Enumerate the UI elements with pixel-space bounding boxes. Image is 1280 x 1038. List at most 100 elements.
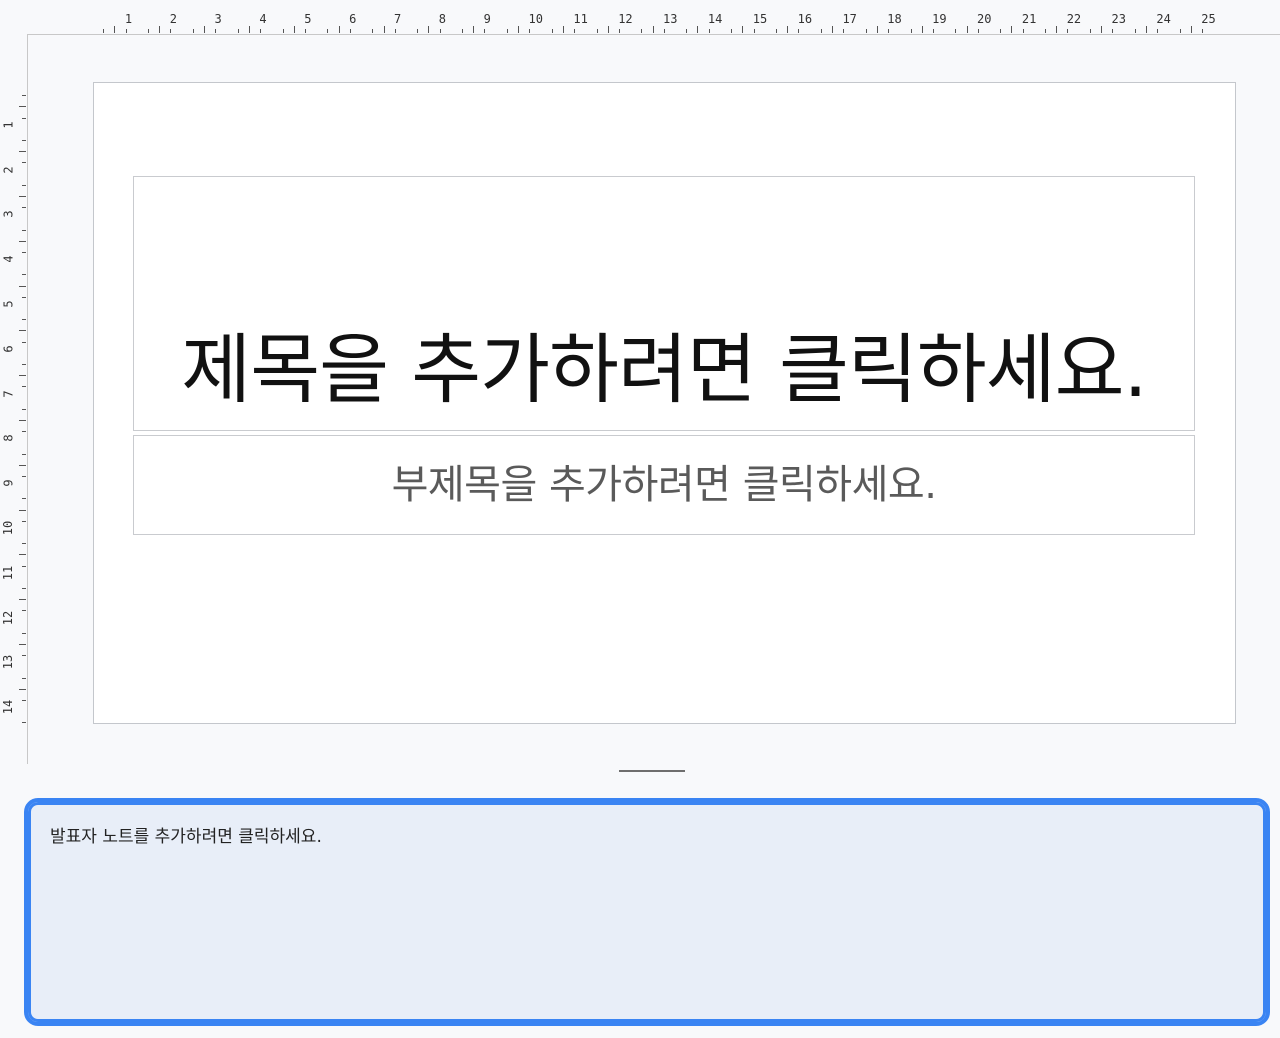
ruler-label: 13 [663, 12, 678, 26]
ruler-label: 7 [1, 389, 16, 398]
ruler-tick [1011, 26, 1013, 33]
ruler-tick [170, 29, 172, 33]
ruler-tick [607, 26, 609, 33]
ruler-label: 16 [797, 12, 813, 26]
ruler-tick [641, 29, 643, 33]
ruler-tick [19, 106, 26, 108]
ruler-tick [417, 29, 419, 33]
ruler-tick [462, 29, 463, 33]
ruler-tick [22, 274, 26, 276]
ruler-tick [293, 26, 295, 33]
ruler-label: 12 [1, 610, 16, 625]
ruler-label: 5 [1, 300, 16, 308]
ruler-label: 10 [1, 520, 16, 536]
ruler-tick [22, 655, 26, 657]
ruler-tick [260, 29, 262, 33]
ruler-label: 18 [887, 12, 902, 26]
speaker-notes-placeholder: 발표자 노트를 추가하려면 클릭하세요. [50, 827, 322, 847]
ruler-label: 2 [169, 12, 177, 26]
horizontal-ruler[interactable]: 1 2 3 4 5 6 7 8 9 10 11 12 13 14 15 16 17 18 19 20 21 22 23 24 2… [27, 0, 1280, 35]
ruler-tick [596, 29, 598, 33]
subtitle-placeholder[interactable]: 부제목을 추가하려면 클릭하세요. [133, 435, 1195, 535]
title-placeholder[interactable]: 제목을 추가하려면 클릭하세요. [133, 176, 1195, 431]
ruler-label: 6 [1, 345, 16, 353]
speaker-notes-panel[interactable]: 발표자 노트를 추가하려면 클릭하세요. [24, 798, 1270, 1026]
ruler-tick [753, 29, 755, 33]
ruler-label: 9 [483, 12, 491, 26]
ruler-tick [484, 29, 486, 33]
ruler-tick [22, 520, 26, 522]
ruler-tick [338, 26, 340, 33]
ruler-tick [876, 26, 878, 33]
ruler-label: 14 [1, 699, 16, 715]
ruler-label: 20 [977, 12, 992, 26]
ruler-label: 7 [393, 12, 402, 26]
ruler-tick [910, 29, 912, 33]
ruler-tick [652, 26, 654, 33]
ruler-tick [22, 364, 26, 365]
ruler-tick [843, 29, 845, 33]
ruler-tick [775, 29, 777, 33]
ruler-label: 3 [1, 210, 16, 219]
ruler-tick [865, 29, 867, 33]
ruler-tick [832, 26, 834, 33]
ruler-tick [966, 26, 968, 33]
ruler-tick [22, 610, 26, 612]
ruler-label: 22 [1066, 12, 1082, 26]
ruler-tick [215, 29, 217, 33]
ruler-tick [19, 330, 26, 332]
ruler-tick [22, 632, 26, 634]
ruler-label: 11 [1, 565, 16, 581]
ruler-label: 24 [1156, 12, 1171, 26]
ruler-tick [22, 408, 26, 410]
ruler-tick [22, 140, 26, 141]
ruler-label: 4 [1, 255, 16, 263]
ruler-tick [22, 700, 26, 701]
ruler-label: 1 [124, 12, 133, 26]
ruler-label: 15 [752, 12, 768, 26]
ruler-tick [148, 29, 150, 33]
ruler-tick [19, 151, 26, 153]
ruler-tick [562, 26, 564, 33]
ruler-tick [22, 184, 26, 186]
ruler-label: 1 [1, 121, 16, 129]
ruler-tick [22, 296, 26, 298]
ruler-tick [1056, 26, 1058, 33]
ruler-tick [22, 207, 26, 209]
ruler-tick [22, 341, 26, 343]
ruler-tick [22, 95, 26, 97]
ruler-label: 12 [618, 12, 633, 26]
ruler-tick [977, 29, 979, 33]
ruler-tick [1045, 29, 1047, 33]
ruler-tick [19, 196, 26, 197]
ruler-tick [282, 29, 284, 33]
ruler-tick [663, 29, 665, 33]
ruler-tick [22, 543, 26, 545]
ruler-tick [921, 26, 923, 33]
vertical-ruler[interactable]: 1 2 3 4 5 6 7 8 9 10 11 12 13 14 [0, 34, 28, 764]
notes-resize-handle[interactable] [619, 770, 685, 772]
ruler-tick [428, 26, 430, 33]
ruler-tick [518, 26, 520, 33]
ruler-tick [742, 26, 744, 33]
ruler-tick [1000, 29, 1002, 33]
ruler-tick [22, 117, 26, 119]
ruler-tick [439, 29, 441, 33]
ruler-tick [237, 29, 239, 33]
ruler-tick [22, 498, 26, 500]
ruler-tick [1202, 29, 1204, 33]
ruler-tick [125, 29, 127, 33]
ruler-tick [248, 26, 250, 33]
ruler-tick [1067, 29, 1069, 33]
ruler-label: 13 [1, 655, 16, 670]
ruler-tick [1190, 26, 1192, 33]
ruler-label: 2 [1, 165, 16, 174]
ruler-tick [327, 29, 329, 33]
ruler-tick [955, 29, 957, 33]
ruler-tick [19, 599, 26, 601]
ruler-label: 8 [1, 434, 16, 443]
ruler-tick [22, 722, 26, 724]
ruler-tick [394, 29, 396, 33]
ruler-tick [22, 588, 26, 589]
ruler-label: 8 [438, 12, 447, 26]
